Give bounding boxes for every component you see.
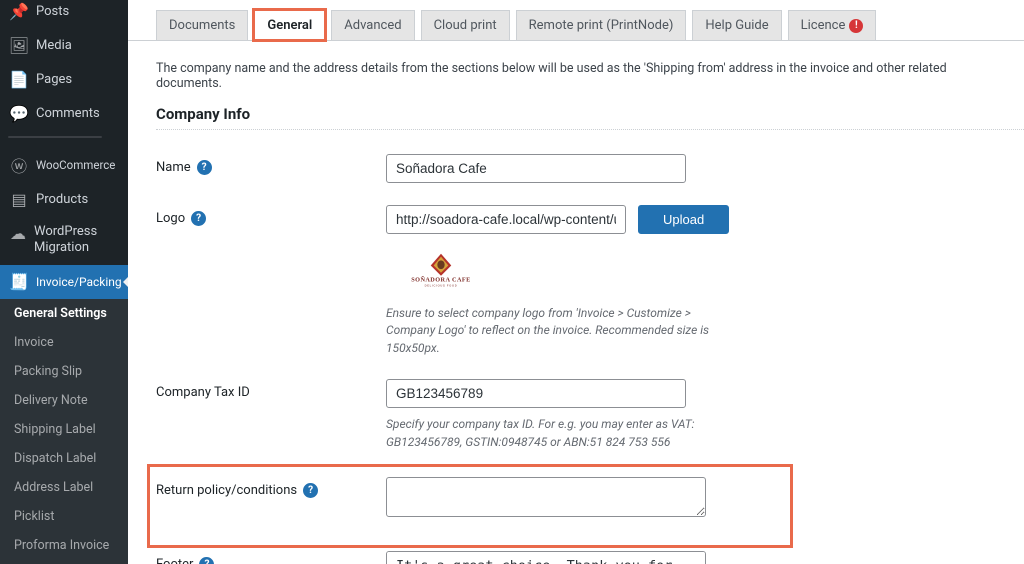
sidebar-item-comments[interactable]: 💬Comments <box>0 96 128 130</box>
row-logo: Logo? Upload SOÑADORA CAF <box>156 199 1024 373</box>
tab-advanced[interactable]: Advanced <box>331 10 414 40</box>
help-icon[interactable]: ? <box>199 557 214 564</box>
pages-icon: 📄 <box>10 70 28 88</box>
row-name: Name? <box>156 148 1024 199</box>
migration-icon: ☁ <box>10 224 26 242</box>
sidebar-sub-delivery-note[interactable]: Delivery Note <box>0 386 128 415</box>
row-footer: Footer? Set up a footer which will be us… <box>156 545 1024 564</box>
logo-url-input[interactable] <box>386 205 626 234</box>
media-icon: 🖼 <box>10 36 28 54</box>
help-icon[interactable]: ? <box>303 483 318 498</box>
upload-button[interactable]: Upload <box>638 205 729 234</box>
row-tax-id: Company Tax ID Specify your company tax … <box>156 373 1024 467</box>
sidebar-sub-invoice[interactable]: Invoice <box>0 328 128 357</box>
tab-documents[interactable]: Documents <box>156 10 248 40</box>
label-logo: Logo <box>156 211 185 226</box>
logo-preview: SOÑADORA CAFE DELICIOUS FOOD <box>386 242 496 297</box>
help-icon[interactable]: ? <box>191 211 206 226</box>
sidebar-sub-shipping-label[interactable]: Shipping Label <box>0 415 128 444</box>
label-name: Name <box>156 160 191 175</box>
sidebar-collapsed-block <box>8 136 102 138</box>
sidebar-sub-address-label[interactable]: Address Label <box>0 473 128 502</box>
help-icon[interactable]: ? <box>197 160 212 175</box>
sidebar-item-woocommerce[interactable]: ⓦWooCommerce <box>0 148 128 182</box>
pin-icon: 📌 <box>10 2 28 20</box>
tab-general[interactable]: General <box>254 10 325 40</box>
tab-help-guide[interactable]: Help Guide <box>692 10 781 40</box>
main-content: Documents General Advanced Cloud print R… <box>128 0 1024 564</box>
sidebar-sub-proforma[interactable]: Proforma Invoice <box>0 531 128 560</box>
return-policy-input[interactable] <box>386 477 706 517</box>
sidebar-sub-general-settings[interactable]: General Settings <box>0 299 128 328</box>
tab-remote-print[interactable]: Remote print (PrintNode) <box>516 10 687 40</box>
label-tax-id: Company Tax ID <box>156 385 250 400</box>
products-icon: ▤ <box>10 190 28 208</box>
intro-text: The company name and the address details… <box>156 61 996 91</box>
woocommerce-icon: ⓦ <box>10 156 28 174</box>
svg-text:DELICIOUS FOOD: DELICIOUS FOOD <box>425 284 458 288</box>
tax-id-input[interactable] <box>386 379 686 408</box>
label-footer: Footer <box>156 557 193 564</box>
sidebar-item-posts[interactable]: 📌Posts <box>0 0 128 28</box>
sidebar-item-pages[interactable]: 📄Pages <box>0 62 128 96</box>
tab-cloud-print[interactable]: Cloud print <box>421 10 510 40</box>
section-divider <box>156 129 1024 130</box>
label-return-policy: Return policy/conditions <box>156 483 297 498</box>
sidebar-sub-picklist[interactable]: Picklist <box>0 502 128 531</box>
tax-hint: Specify your company tax ID. For e.g. yo… <box>386 416 716 451</box>
sidebar-sub-packing-slip[interactable]: Packing Slip <box>0 357 128 386</box>
section-title: Company Info <box>156 105 996 123</box>
sidebar-sub-credit-note[interactable]: Credit Note <box>0 560 128 564</box>
row-return-policy: Return policy/conditions? <box>150 467 790 545</box>
footer-input[interactable] <box>386 551 706 564</box>
sidebar-item-wp-migration[interactable]: ☁WordPress Migration <box>0 216 128 265</box>
warning-icon: ! <box>849 19 863 33</box>
admin-sidebar: 📌Posts 🖼Media 📄Pages 💬Comments ⓦWooComme… <box>0 0 128 564</box>
svg-text:SOÑADORA CAFE: SOÑADORA CAFE <box>411 276 470 284</box>
tab-licence[interactable]: Licence! <box>788 10 877 40</box>
settings-tabbar: Documents General Advanced Cloud print R… <box>128 0 1024 41</box>
sidebar-item-media[interactable]: 🖼Media <box>0 28 128 62</box>
invoice-icon: 🧾 <box>10 273 28 291</box>
name-input[interactable] <box>386 154 686 183</box>
sidebar-item-invoice-packing[interactable]: 🧾Invoice/Packing <box>0 265 128 299</box>
comments-icon: 💬 <box>10 104 28 122</box>
logo-hint: Ensure to select company logo from 'Invo… <box>386 305 716 357</box>
sidebar-item-products[interactable]: ▤Products <box>0 182 128 216</box>
sidebar-sub-dispatch-label[interactable]: Dispatch Label <box>0 444 128 473</box>
